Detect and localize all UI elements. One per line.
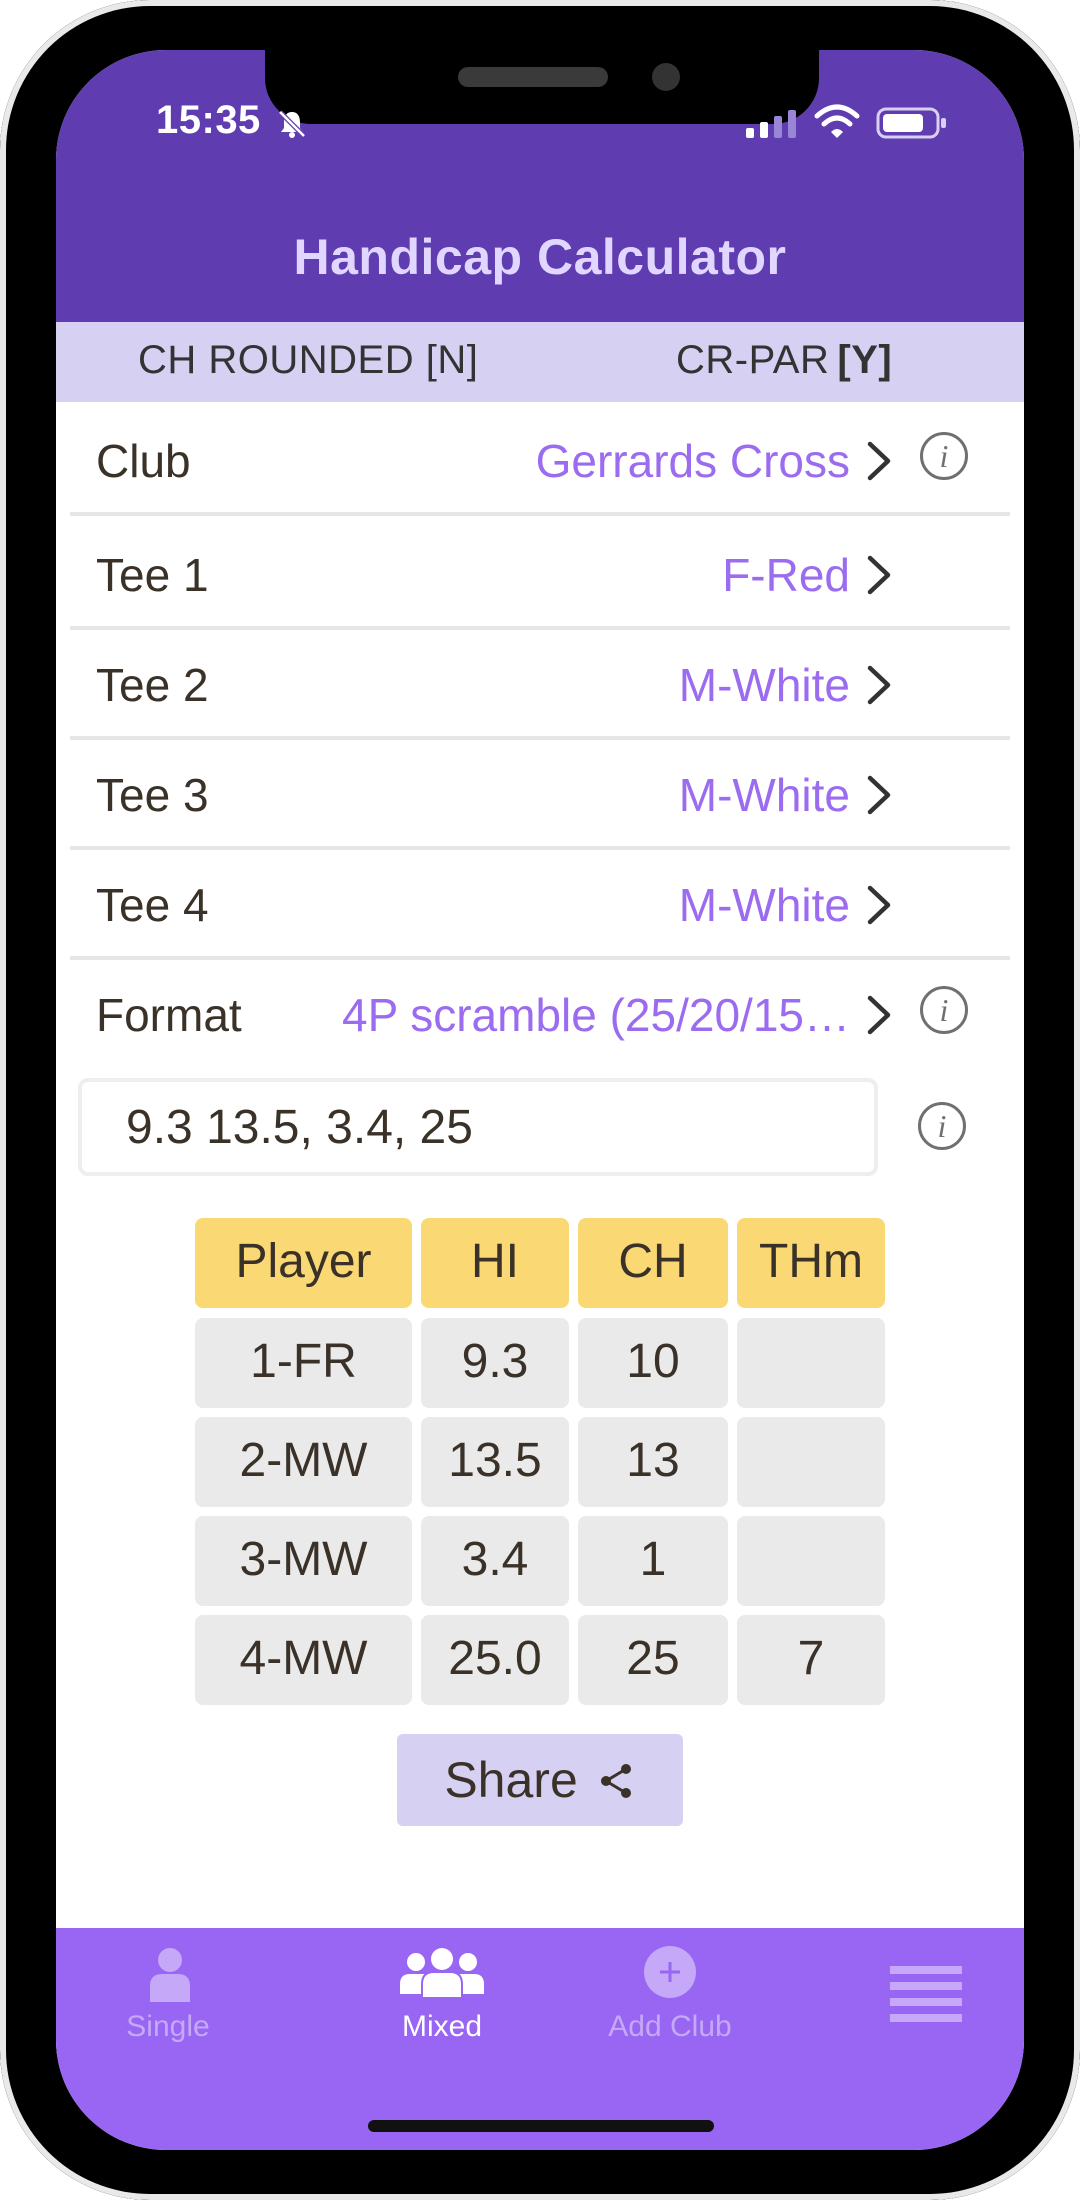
- app-screen: 15:35 Handicap Calculator CH ROUNDED [N]: [56, 50, 1024, 2150]
- row-tee-2[interactable]: Tee 2 M-White: [70, 626, 1010, 740]
- row-value: M-White: [678, 769, 850, 821]
- table-cell-player: 3-MW: [195, 1516, 412, 1606]
- wifi-icon: [814, 104, 860, 138]
- table-cell-hi: 25.0: [421, 1615, 569, 1705]
- bottom-tab-bar: Single Mixed Add Club: [56, 1928, 1024, 2150]
- row-format[interactable]: Format 4P scramble (25/20/15… i: [70, 956, 1010, 1066]
- silent-bell-icon: [278, 110, 306, 138]
- tab-label: Add Club: [608, 2010, 732, 2043]
- home-indicator[interactable]: [368, 2120, 714, 2132]
- row-label: Club: [96, 435, 191, 487]
- share-button[interactable]: Share: [397, 1734, 683, 1826]
- row-value: M-White: [678, 659, 850, 711]
- share-button-label: Share: [444, 1752, 578, 1808]
- chevron-right-icon: [867, 555, 891, 595]
- table-cell-thm: 7: [737, 1615, 885, 1705]
- group-icon: [400, 1948, 484, 1998]
- battery-icon: [876, 107, 946, 139]
- front-camera: [652, 63, 680, 91]
- chevron-right-icon: [867, 885, 891, 925]
- table-cell-ch: 13: [578, 1417, 728, 1507]
- person-icon: [150, 1948, 190, 2002]
- chevron-right-icon: [867, 665, 891, 705]
- table-cell-thm: [737, 1318, 885, 1408]
- table-cell-player: 1-FR: [195, 1318, 412, 1408]
- device-notch: [265, 50, 819, 124]
- chevron-right-icon: [867, 995, 891, 1035]
- table-header-hi: HI: [421, 1218, 569, 1308]
- row-value: 4P scramble (25/20/15…: [342, 989, 850, 1041]
- add-circle-icon: [644, 1946, 696, 1998]
- row-value: F-Red: [722, 549, 850, 601]
- handicap-index-input[interactable]: 9.3 13.5, 3.4, 25: [78, 1078, 878, 1176]
- table-cell-hi: 3.4: [421, 1516, 569, 1606]
- table-cell-ch: 10: [578, 1318, 728, 1408]
- chevron-right-icon: [867, 441, 891, 481]
- tab-label: Mixed: [401, 2010, 483, 2043]
- row-tee-3[interactable]: Tee 3 M-White: [70, 736, 1010, 850]
- table-cell-hi: 9.3: [421, 1318, 569, 1408]
- row-label: Tee 4: [96, 879, 209, 931]
- table-header-player: Player: [195, 1218, 412, 1308]
- tab-single[interactable]: Single: [68, 1928, 268, 2058]
- row-value: Gerrards Cross: [535, 435, 850, 487]
- cr-par-setting[interactable]: CR-PAR [Y]: [676, 338, 892, 383]
- menu-icon: [890, 1966, 962, 2022]
- table-cell-thm: [737, 1417, 885, 1507]
- row-label: Format: [96, 989, 242, 1041]
- tab-menu[interactable]: [826, 1928, 1024, 2058]
- row-label: Tee 1: [96, 549, 209, 601]
- table-cell-player: 4-MW: [195, 1615, 412, 1705]
- table-header-thm: THm: [737, 1218, 885, 1308]
- row-club[interactable]: Club Gerrards Cross i: [70, 402, 1010, 516]
- row-tee-4[interactable]: Tee 4 M-White: [70, 846, 1010, 960]
- row-value: M-White: [678, 879, 850, 931]
- cellular-signal-icon: [746, 110, 796, 138]
- settings-bar: CH ROUNDED [N] CR-PAR [Y]: [56, 322, 1024, 402]
- chevron-right-icon: [867, 775, 891, 815]
- page-title: Handicap Calculator: [293, 229, 787, 285]
- table-cell-thm: [737, 1516, 885, 1606]
- table-cell-player: 2-MW: [195, 1417, 412, 1507]
- table-cell-ch: 25: [578, 1615, 728, 1705]
- input-info-icon[interactable]: i: [918, 1102, 970, 1154]
- tab-label: Single: [126, 2010, 210, 2043]
- info-icon[interactable]: i: [920, 432, 972, 484]
- row-label: Tee 2: [96, 659, 209, 711]
- table-header-ch: CH: [578, 1218, 728, 1308]
- status-time: 15:35: [156, 98, 261, 142]
- row-tee-1[interactable]: Tee 1 F-Red: [70, 516, 1010, 630]
- tab-add-club[interactable]: Add Club: [570, 1928, 770, 2058]
- share-icon: [600, 1763, 631, 1798]
- phone-frame: 15:35 Handicap Calculator CH ROUNDED [N]: [0, 0, 1080, 2200]
- tab-mixed[interactable]: Mixed: [342, 1928, 542, 2058]
- speaker-grille: [458, 67, 608, 87]
- table-cell-hi: 13.5: [421, 1417, 569, 1507]
- info-icon[interactable]: i: [920, 986, 972, 1038]
- cr-par-value: [Y]: [837, 338, 893, 382]
- row-label: Tee 3: [96, 769, 209, 821]
- table-cell-ch: 1: [578, 1516, 728, 1606]
- cr-par-label: CR-PAR: [676, 338, 830, 382]
- ch-rounded-setting[interactable]: CH ROUNDED [N]: [138, 338, 478, 383]
